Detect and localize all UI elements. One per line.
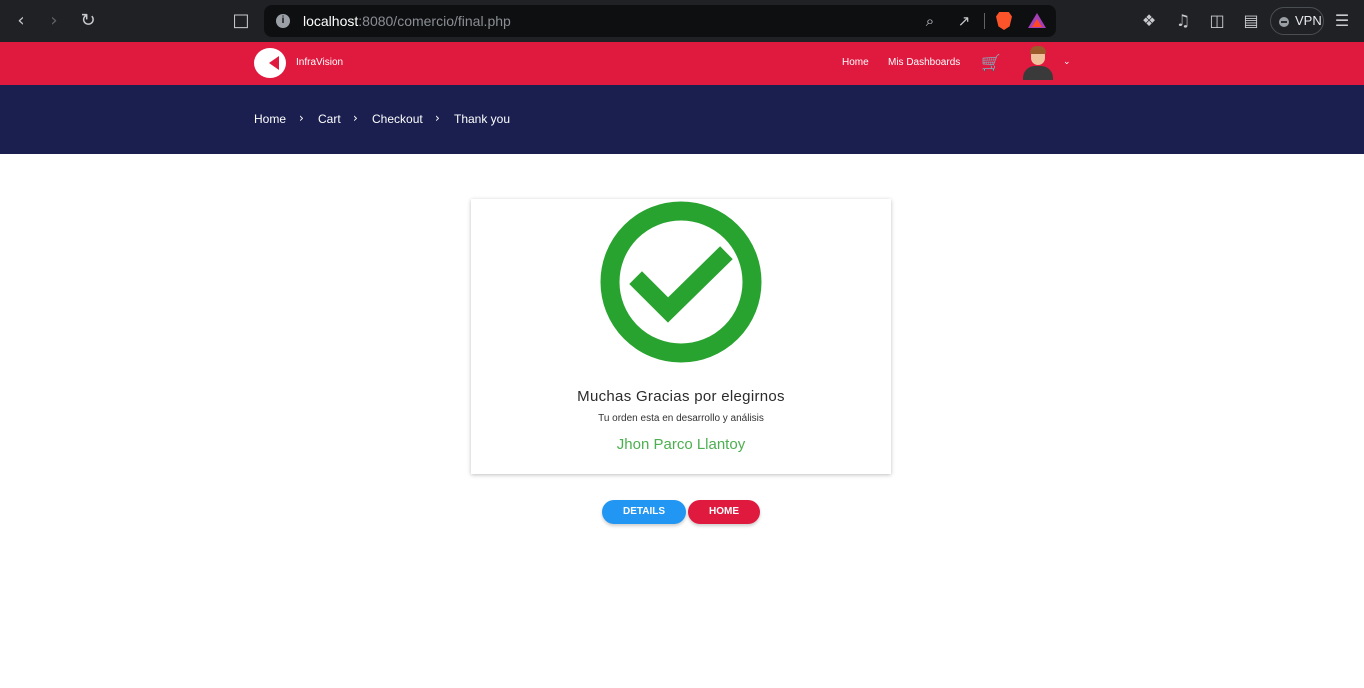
forward-icon[interactable]: › — [43, 10, 65, 32]
vpn-button[interactable]: VPN — [1270, 7, 1324, 35]
wallet-icon[interactable]: ▤ — [1240, 10, 1262, 32]
details-button[interactable]: DETAILS — [602, 500, 686, 524]
order-status-text: Tu orden esta en desarrollo y análisis — [598, 413, 764, 424]
infravision-logo-icon[interactable] — [254, 48, 286, 78]
chevron-right-icon: › — [435, 111, 440, 125]
nav-link-home[interactable]: Home — [842, 57, 869, 69]
back-icon[interactable]: ‹ — [10, 10, 32, 32]
url-text[interactable]: localhost:8080/comercio/final.php — [303, 12, 511, 30]
customer-name: Jhon Parco Llantoy — [616, 436, 746, 453]
address-bar[interactable]: i localhost:8080/comercio/final.php ⌕ ↗ — [264, 5, 1056, 37]
breadcrumb-cart[interactable]: Cart — [318, 111, 341, 127]
site-navbar: InfraVision Home Mis Dashboards 🛒 ⌄ — [0, 42, 1364, 85]
menu-icon[interactable]: ☰ — [1331, 10, 1353, 32]
zoom-icon[interactable]: ⌕ — [920, 11, 940, 31]
media-icon[interactable]: ♫ — [1172, 10, 1194, 32]
site-info-icon[interactable]: i — [276, 14, 290, 28]
breadcrumb-thank-you: Thank you — [454, 112, 511, 126]
vpn-label: VPN — [1295, 13, 1322, 28]
sidebar-icon[interactable]: ◫ — [1206, 10, 1228, 32]
user-avatar[interactable] — [1021, 46, 1055, 80]
extensions-icon[interactable]: ❖ — [1138, 10, 1160, 32]
breadcrumb-checkout[interactable]: Checkout — [372, 111, 423, 127]
reload-icon[interactable]: ↻ — [77, 10, 99, 32]
bookmark-icon[interactable]: □ — [230, 10, 252, 32]
breadcrumb: Home › Cart › Checkout › Thank you — [0, 85, 1364, 154]
chevron-right-icon: › — [353, 111, 358, 125]
brand-name[interactable]: InfraVision — [296, 57, 343, 69]
chevron-down-icon[interactable]: ⌄ — [1063, 56, 1071, 68]
breadcrumb-home[interactable]: Home — [254, 111, 286, 127]
thank-you-title: Muchas Gracias por elegirnos — [577, 388, 785, 405]
nav-link-mis-dashboards[interactable]: Mis Dashboards — [888, 57, 960, 69]
share-icon[interactable]: ↗ — [954, 11, 974, 31]
cart-icon[interactable]: 🛒 — [981, 53, 1001, 73]
check-circle-icon — [600, 201, 762, 363]
browser-toolbar: ‹ › ↻ □ i localhost:8080/comercio/final.… — [0, 0, 1364, 42]
chevron-right-icon: › — [299, 111, 304, 125]
omnibox-divider — [984, 13, 985, 29]
home-button[interactable]: HOME — [688, 500, 760, 524]
vpn-status-icon — [1279, 17, 1289, 27]
brave-shields-icon[interactable] — [996, 12, 1012, 30]
confirmation-card: Muchas Gracias por elegirnos Tu orden es… — [471, 199, 891, 474]
brave-rewards-icon[interactable] — [1028, 13, 1046, 28]
